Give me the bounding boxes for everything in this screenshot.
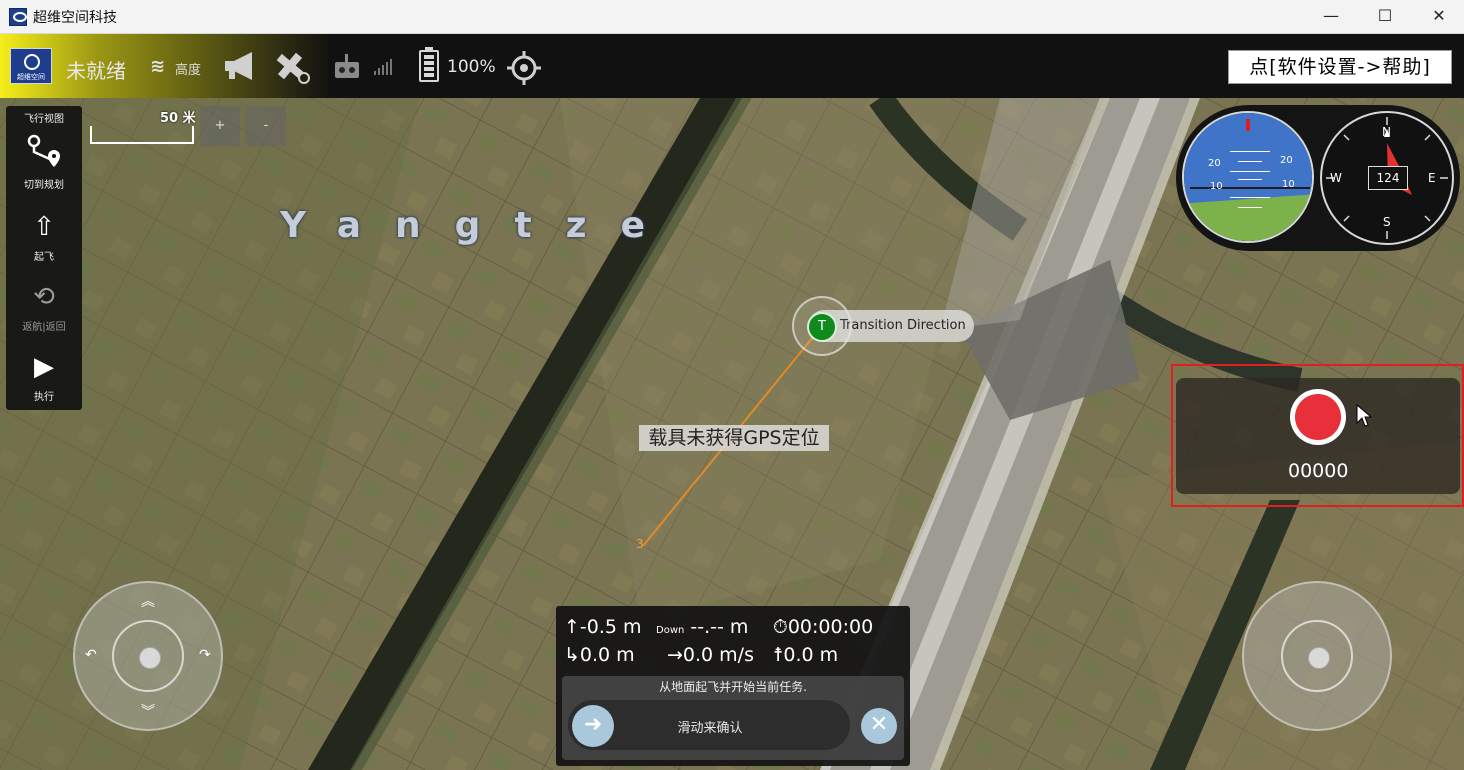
close-window-button[interactable]: ✕ — [1416, 0, 1462, 34]
altitude-readout: ↑-0.5 m — [564, 616, 642, 638]
return-home-button[interactable]: ⟲ 返航|返回 — [6, 280, 82, 333]
brand-logo-icon — [24, 54, 40, 70]
left-joystick[interactable]: ︽ ︾ ↶ ↷ — [73, 581, 223, 731]
speed-readout: →0.0 m/s — [667, 644, 754, 666]
app-logo-icon — [9, 8, 27, 26]
map-scale-label: 50 米 — [160, 111, 196, 126]
right-joystick-knob[interactable] — [1308, 647, 1330, 669]
mission-message: 从地面起飞并开始当前任务. — [659, 680, 807, 694]
execute-button[interactable]: ▶ 执行 — [6, 350, 82, 403]
descent-readout: Down --.-- m — [656, 616, 749, 638]
record-button[interactable] — [1290, 389, 1346, 445]
battery-percent: 100% — [447, 57, 496, 77]
megaphone-icon[interactable] — [222, 50, 260, 82]
help-hint[interactable]: 点[软件设置->帮助] — [1228, 50, 1452, 84]
cancel-button[interactable]: ✕ — [861, 708, 897, 744]
crosshair-icon[interactable] — [506, 50, 542, 86]
maximize-button[interactable]: ☐ — [1362, 0, 1408, 34]
battery-icon[interactable] — [419, 47, 439, 82]
attitude-indicator[interactable]: 20 20 10 10 — [1182, 111, 1314, 243]
mouse-cursor-icon — [1356, 404, 1372, 427]
waypoint-3-marker[interactable]: 3 — [636, 537, 644, 551]
zoom-out-button[interactable]: - — [246, 106, 286, 146]
left-joystick-knob[interactable] — [139, 647, 161, 669]
satellite-icon[interactable] — [272, 50, 312, 86]
zoom-in-button[interactable]: + — [200, 106, 240, 146]
gps-warning: 载具未获得GPS定位 — [639, 425, 829, 451]
yaw-right-icon: ↷ — [199, 647, 211, 663]
map-scale-bar — [90, 126, 194, 144]
home-distance-readout: ☨0.0 m — [773, 644, 839, 666]
altitude-label: 高度 — [175, 63, 202, 78]
takeoff-icon: ⇧ — [33, 212, 55, 242]
waypoint-label: Transition Direction — [840, 318, 966, 333]
left-toolbar: 飞行视图 切到规划 ⇧ 起飞 ⟲ 返航|返回 ▶ 执行 — [6, 106, 82, 410]
altitude-icon[interactable]: ≋ — [150, 56, 165, 77]
signal-bars-icon — [374, 59, 392, 75]
vehicle-status[interactable]: 未就绪 — [66, 55, 126, 84]
remote-controller-icon[interactable] — [332, 52, 364, 82]
heading-readout: 124 — [1368, 166, 1408, 190]
confirm-slider-label: 滑动来确认 — [677, 721, 743, 736]
toolbar-title: 飞行视图 — [24, 114, 64, 125]
takeoff-button[interactable]: ⇧ 起飞 — [6, 210, 82, 263]
distance-readout: ↳0.0 m — [564, 644, 635, 666]
window-titlebar: 超维空间科技 — ☐ ✕ — [0, 0, 1464, 34]
minimize-button[interactable]: — — [1308, 0, 1354, 34]
brand-logo[interactable]: 超维空间 — [10, 48, 52, 84]
record-timer: 00000 — [1288, 460, 1349, 482]
record-icon — [1295, 394, 1341, 440]
map-river-label: Yangtze — [280, 205, 680, 246]
throttle-up-icon: ︽ — [141, 594, 155, 610]
yaw-left-icon: ↶ — [85, 647, 97, 663]
plan-view-button[interactable]: 切到规划 — [6, 132, 82, 191]
return-home-icon: ⟲ — [33, 282, 55, 312]
window-title: 超维空间科技 — [33, 10, 117, 26]
flight-time-readout: ⏱00:00:00 — [773, 616, 874, 638]
right-joystick[interactable] — [1242, 581, 1392, 731]
throttle-down-icon: ︾ — [141, 704, 155, 720]
waypoint-marker[interactable]: T — [807, 312, 837, 342]
route-plan-icon — [27, 134, 60, 167]
confirm-slider-knob[interactable]: ➜ — [572, 705, 614, 747]
play-icon: ▶ — [34, 352, 54, 382]
